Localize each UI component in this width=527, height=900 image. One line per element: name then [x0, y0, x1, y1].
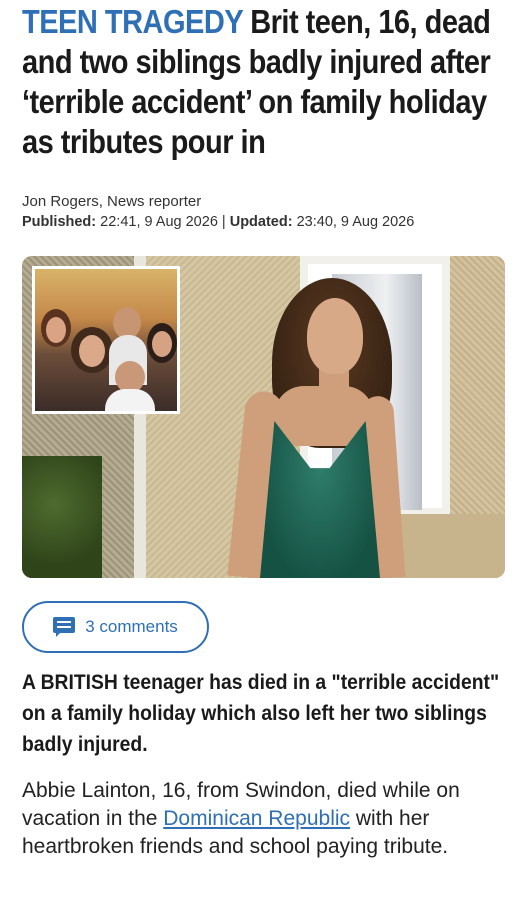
comments-button[interactable]: 3 comments: [22, 601, 209, 653]
headline-kicker: TEEN TRAGEDY: [22, 3, 243, 40]
portrait-subject: [307, 298, 363, 374]
hero-image[interactable]: [22, 256, 505, 578]
article-headline: TEEN TRAGEDY Brit teen, 16, dead and two…: [22, 2, 515, 162]
updated-value: 23:40, 9 Aug 2026: [296, 214, 415, 230]
publish-dates: Published: 22:41, 9 Aug 2026 | Updated: …: [22, 214, 414, 230]
comments-count: 3 comments: [85, 617, 178, 636]
published-value: 22:41, 9 Aug 2026: [100, 214, 218, 230]
date-separator: |: [217, 214, 230, 230]
article-lede: A BRITISH teenager has died in a "terrib…: [22, 671, 500, 756]
published-label: Published:: [22, 214, 97, 230]
plant: [22, 456, 102, 578]
comment-icon: [53, 617, 76, 637]
family-photo-inset: [32, 266, 180, 414]
article-body: Abbie Lainton, 16, from Swindon, died wh…: [22, 777, 517, 861]
updated-label: Updated:: [229, 214, 293, 230]
byline: Jon Rogers, News reporter: [22, 193, 202, 210]
dominican-republic-link[interactable]: Dominican Republic: [163, 807, 350, 830]
